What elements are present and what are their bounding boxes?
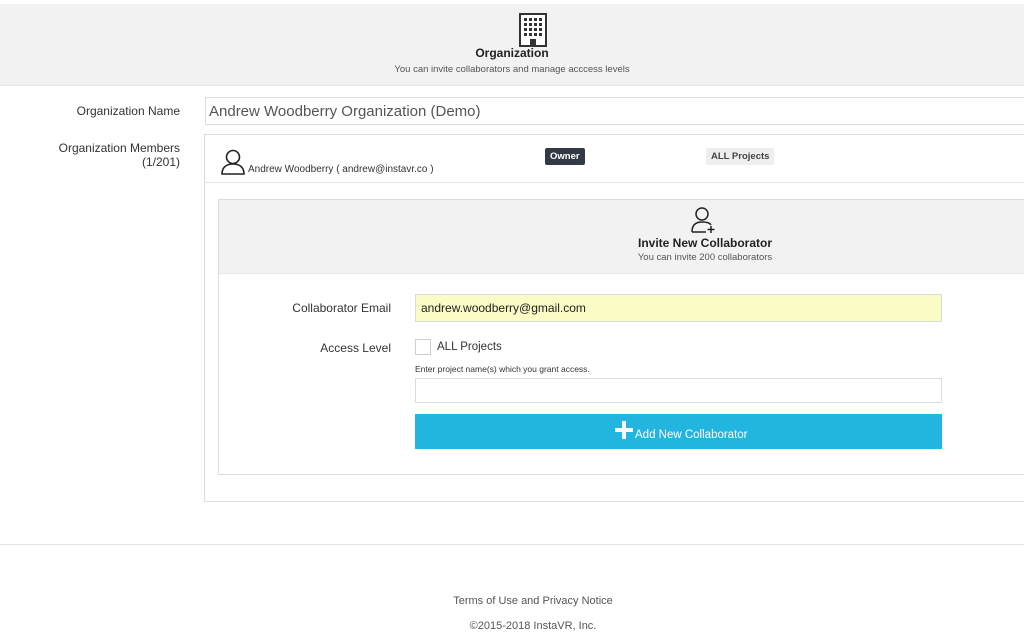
invite-header: Invite New Collaborator You can invite 2… [219, 200, 1024, 274]
invite-title: Invite New Collaborator [637, 236, 773, 250]
collaborator-email-input[interactable]: andrew.woodberry@gmail.com [415, 294, 942, 322]
project-hint: Enter project name(s) which you grant ac… [415, 364, 590, 374]
terms-link[interactable]: Terms of Use and Privacy Notice [0, 595, 1024, 607]
all-projects-label: ALL Projects [437, 341, 502, 353]
invite-panel: Invite New Collaborator You can invite 2… [218, 199, 1024, 475]
org-name-label: Organization Name [76, 104, 180, 118]
plus-icon [615, 421, 633, 439]
role-badge: Owner [545, 148, 585, 165]
invite-subtitle: You can invite 200 collaborators [637, 252, 773, 263]
user-icon [221, 149, 245, 175]
add-collaborator-label: Add New Collaborator [635, 429, 748, 441]
project-name-input[interactable] [415, 378, 942, 403]
access-badge: ALL Projects [706, 148, 775, 165]
member-row: Andrew Woodberry ( andrew@instavr.co ) O… [205, 135, 1024, 183]
building-icon [519, 13, 547, 47]
add-user-icon [691, 207, 715, 233]
member-name: Andrew Woodberry ( andrew@instavr.co ) [248, 164, 434, 175]
copyright: ©2015-2018 InstaVR, Inc. [469, 620, 597, 632]
members-label: Organization Members (1/201) [58, 141, 180, 169]
add-collaborator-button[interactable]: Add New Collaborator [415, 414, 942, 449]
email-label: Collaborator Email [292, 301, 391, 315]
access-level-label: Access Level [320, 341, 391, 355]
members-panel: Andrew Woodberry ( andrew@instavr.co ) O… [204, 134, 1024, 502]
page-subtitle: You can invite collaborators and manage … [394, 64, 630, 75]
org-name-input[interactable]: Andrew Woodberry Organization (Demo) [205, 97, 1024, 125]
footer-divider [0, 544, 1024, 545]
all-projects-checkbox[interactable] [415, 339, 431, 355]
page-title: Organization [475, 46, 549, 60]
page-header: Organization You can invite collaborator… [0, 4, 1024, 86]
